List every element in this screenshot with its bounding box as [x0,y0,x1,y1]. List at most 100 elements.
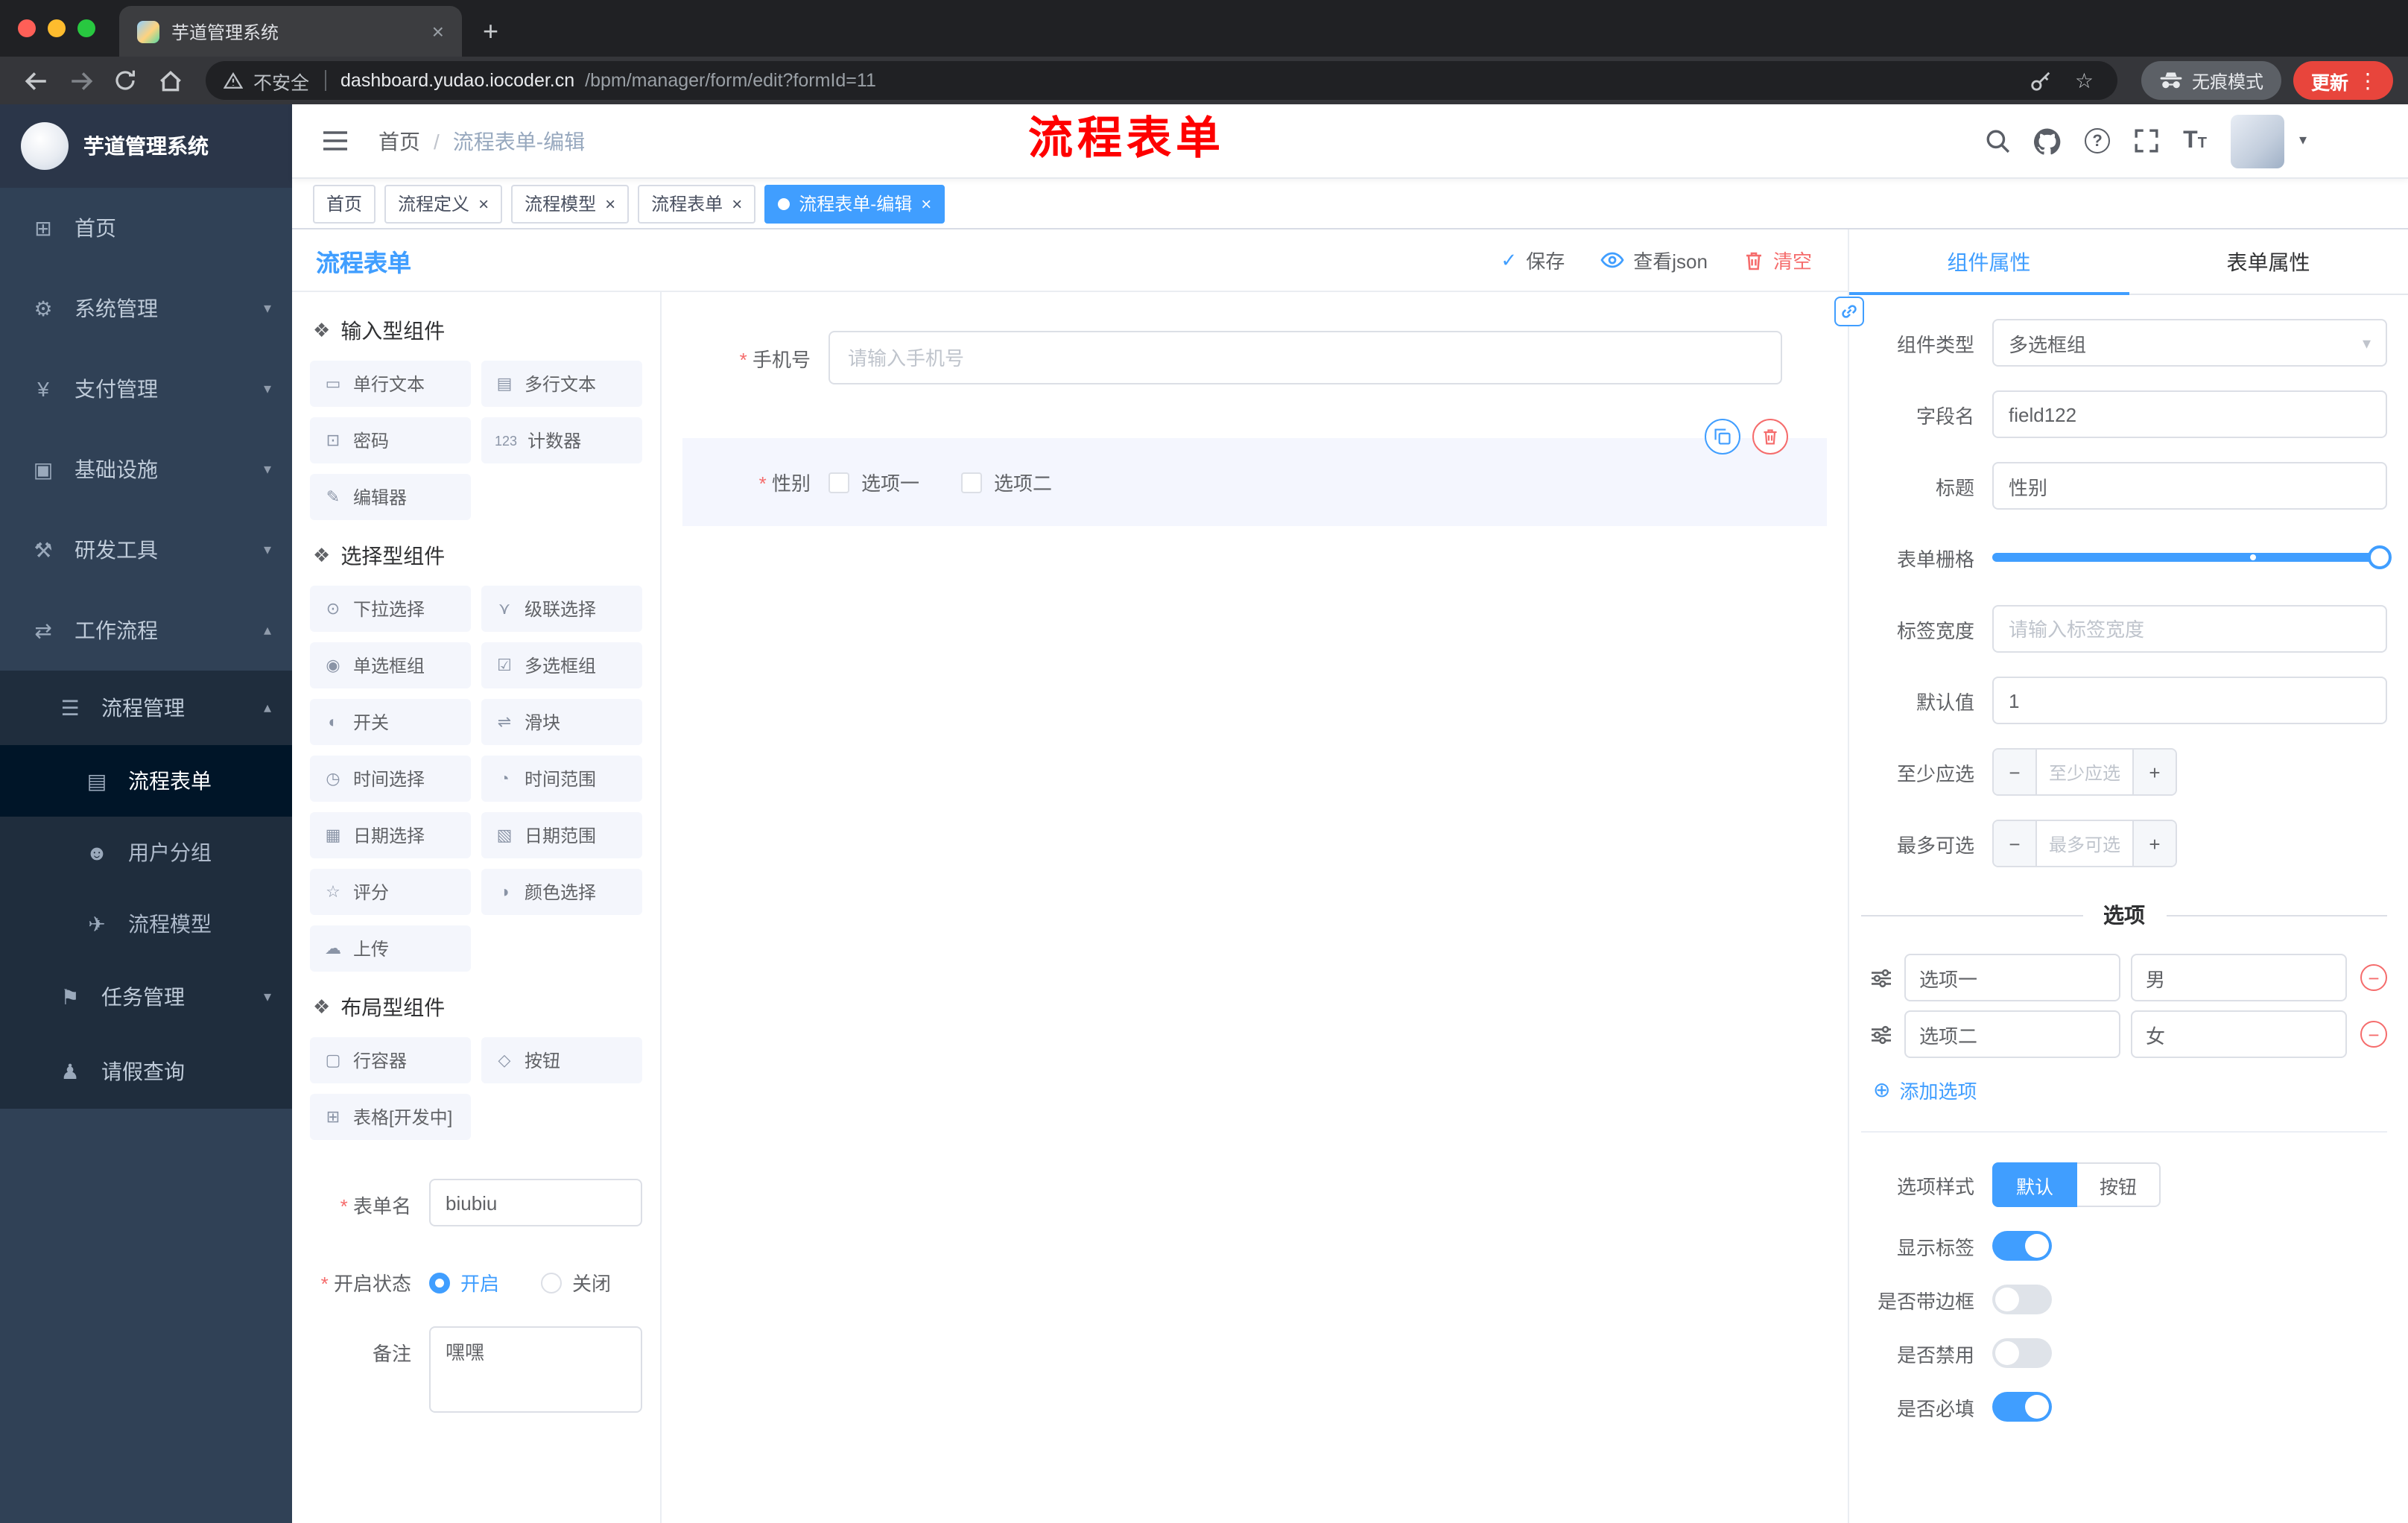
delete-component-button[interactable] [1752,419,1788,455]
sidebar-item-dev-tools[interactable]: ⚒ 研发工具 ▾ [0,510,292,590]
tag-process-model[interactable]: 流程模型 × [511,184,630,223]
gender-option2-checkbox[interactable]: 选项二 [961,468,1052,496]
breadcrumb-home[interactable]: 首页 [378,126,420,156]
component-single-line-text[interactable]: ▭ 单行文本 [310,361,471,407]
sidebar-item-process-management[interactable]: ☰ 流程管理 ▴ [0,671,292,745]
component-row-container[interactable]: ▢ 行容器 [310,1037,471,1083]
component-time-picker[interactable]: ◷ 时间选择 [310,756,471,802]
component-switch[interactable]: ◐ 开关 [310,699,471,745]
help-icon[interactable]: ? [2085,128,2111,153]
drag-handle-icon[interactable] [1870,968,1894,987]
form-grid-slider[interactable] [1992,533,2392,581]
show-label-toggle[interactable] [1992,1231,2052,1261]
home-icon[interactable] [149,61,191,100]
component-upload[interactable]: ☁ 上传 [310,925,471,972]
duplicate-component-button[interactable] [1705,419,1740,455]
form-name-input[interactable] [429,1179,642,1226]
plus-button[interactable]: + [2134,750,2176,794]
component-table[interactable]: ⊞ 表格[开发中] [310,1094,471,1140]
max-select-value[interactable]: 最多可选 [2035,821,2134,866]
update-button[interactable]: 更新 ⋮ [2293,61,2393,100]
close-icon[interactable]: × [732,194,742,212]
avatar-caret-icon[interactable]: ▾ [2299,133,2307,149]
plus-button[interactable]: + [2134,821,2176,866]
fullscreen-icon[interactable] [2134,128,2159,153]
user-avatar[interactable] [2230,114,2284,168]
sidebar-item-payment-management[interactable]: ¥ 支付管理 ▾ [0,349,292,429]
tab-component-properties[interactable]: 组件属性 [1849,229,2129,295]
hamburger-icon[interactable] [316,130,355,152]
refresh-icon[interactable] [104,61,146,100]
component-color-picker[interactable]: ◑ 颜色选择 [481,869,642,915]
tag-process-form-edit[interactable]: 流程表单-编辑 × [764,184,945,223]
close-icon[interactable]: × [605,194,615,212]
sidebar-item-user-group[interactable]: ☻ 用户分组 [0,817,292,888]
back-icon[interactable] [15,61,57,100]
min-select-value[interactable]: 至少应选 [2035,750,2134,794]
close-icon[interactable]: × [478,194,489,212]
option2-label-input[interactable] [1904,1010,2120,1058]
component-button[interactable]: ◇ 按钮 [481,1037,642,1083]
password-key-icon[interactable] [2024,69,2059,92]
component-multi-line-text[interactable]: ▤ 多行文本 [481,361,642,407]
component-time-range[interactable]: ◔ 时间范围 [481,756,642,802]
tab-close-icon[interactable]: × [426,18,450,45]
new-tab-button[interactable]: + [483,18,498,45]
component-checkbox-group[interactable]: ☑ 多选框组 [481,642,642,688]
border-toggle[interactable] [1992,1285,2052,1314]
option1-value-input[interactable] [2131,954,2347,1001]
slider-handle[interactable] [2368,545,2392,569]
component-date-picker[interactable]: ▦ 日期选择 [310,812,471,858]
required-toggle[interactable] [1992,1392,2052,1422]
component-counter[interactable]: 123 计数器 [481,417,642,463]
sidebar-item-infrastructure[interactable]: ▣ 基础设施 ▾ [0,429,292,510]
browser-menu-icon[interactable]: ⋮ [2357,68,2378,93]
close-icon[interactable]: × [921,194,931,212]
status-open-radio[interactable]: 开启 [429,1268,499,1296]
search-icon[interactable] [1985,128,2010,153]
browser-tab[interactable]: 芋道管理系统 × [119,6,462,57]
component-date-range[interactable]: ▧ 日期范围 [481,812,642,858]
sidebar-item-process-model[interactable]: ✈ 流程模型 [0,888,292,960]
address-bar[interactable]: 不安全 dashboard.yudao.iocoder.cn /bpm/mana… [206,61,2117,100]
sidebar-item-workflow[interactable]: ⇄ 工作流程 ▴ [0,590,292,671]
remove-option-button[interactable]: − [2360,964,2387,991]
sidebar-logo[interactable]: 芋道管理系统 [0,104,292,188]
minimize-window-button[interactable] [48,19,66,37]
default-value-input[interactable] [1992,677,2387,724]
github-icon[interactable] [2034,127,2061,154]
disabled-toggle[interactable] [1992,1338,2052,1368]
maximize-window-button[interactable] [77,19,95,37]
minus-button[interactable]: − [1994,821,2035,866]
link-icon[interactable] [1834,297,1864,326]
component-cascader[interactable]: ⋎ 级联选择 [481,586,642,632]
canvas-field-gender-selected[interactable]: 性别 选项一 选项二 [682,419,1827,526]
add-option-button[interactable]: ⊕ 添加选项 [1873,1076,2387,1104]
tag-process-form[interactable]: 流程表单 × [638,184,756,223]
sidebar-item-system-management[interactable]: ⚙ 系统管理 ▾ [0,268,292,349]
sidebar-item-process-form[interactable]: ▤ 流程表单 [0,745,292,817]
minus-button[interactable]: − [1994,750,2035,794]
component-type-select[interactable]: 多选框组 ▾ [1992,319,2387,367]
tag-home[interactable]: 首页 [313,184,376,223]
component-select[interactable]: ⊙ 下拉选择 [310,586,471,632]
style-button-button[interactable]: 按钮 [2077,1162,2161,1207]
option2-value-input[interactable] [2131,1010,2347,1058]
canvas-field-phone[interactable]: 手机号 [682,316,1827,399]
status-closed-radio[interactable]: 关闭 [541,1268,611,1296]
drag-handle-icon[interactable] [1870,1025,1894,1044]
component-radio-group[interactable]: ◉ 单选框组 [310,642,471,688]
sidebar-item-task-management[interactable]: ⚑ 任务管理 ▾ [0,960,292,1034]
save-button[interactable]: ✓ 保存 [1501,246,1565,274]
font-size-icon[interactable]: TT [2183,127,2207,154]
form-remark-textarea[interactable]: 嘿嘿 [429,1326,642,1413]
remove-option-button[interactable]: − [2360,1021,2387,1048]
close-window-button[interactable] [18,19,36,37]
option1-label-input[interactable] [1904,954,2120,1001]
tab-form-properties[interactable]: 表单属性 [2129,229,2408,294]
component-editor[interactable]: ✎ 编辑器 [310,474,471,520]
title-input[interactable] [1992,462,2387,510]
component-password[interactable]: ⊡ 密码 [310,417,471,463]
field-name-input[interactable] [1992,390,2387,438]
forward-icon[interactable] [60,61,101,100]
